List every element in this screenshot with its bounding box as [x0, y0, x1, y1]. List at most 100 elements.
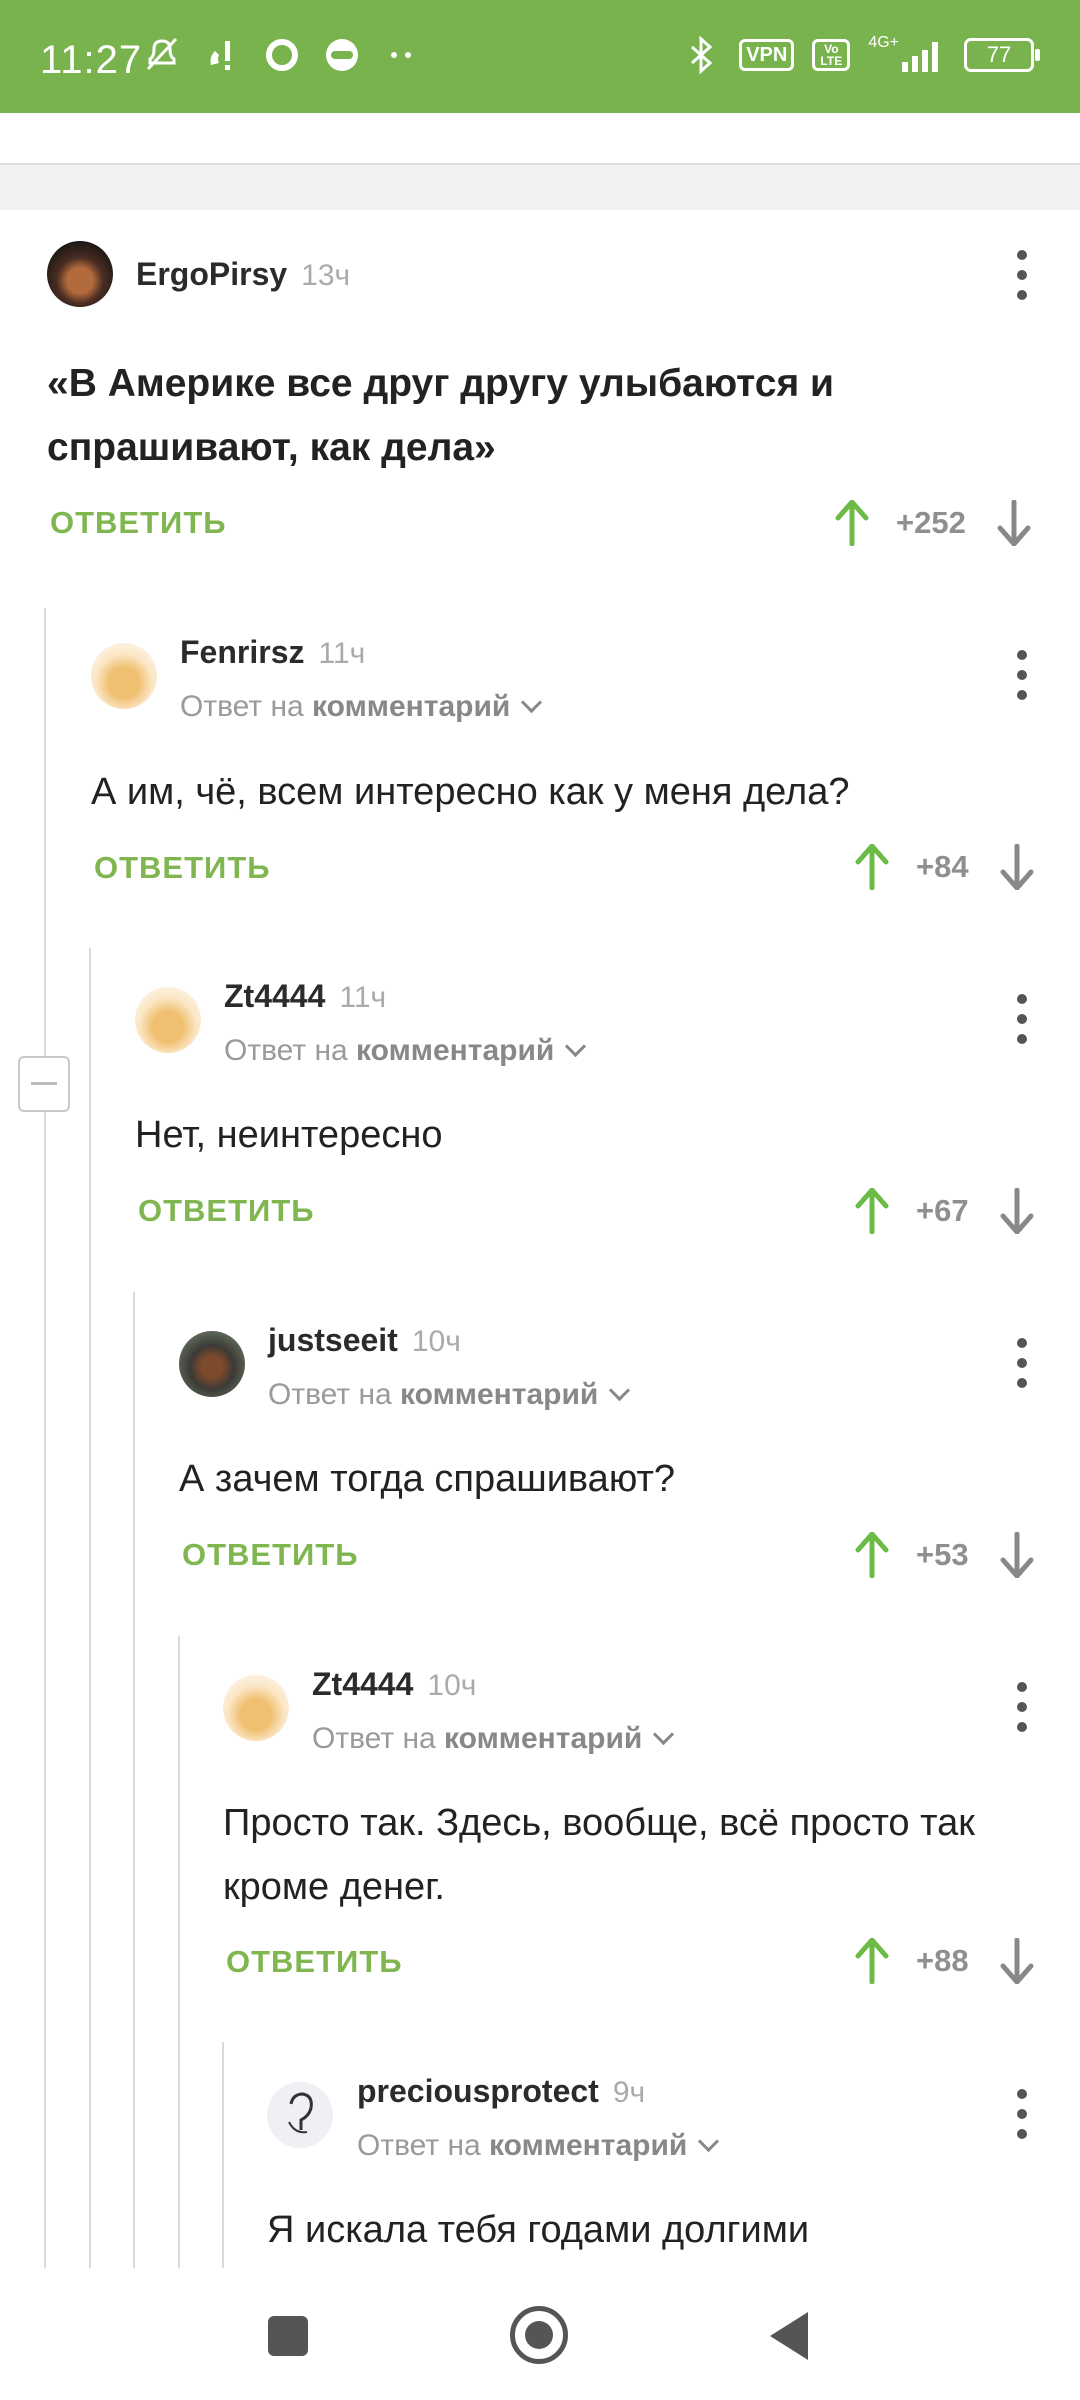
- upvote-icon[interactable]: [854, 1938, 890, 1984]
- reply-prefix: Ответ на: [312, 1722, 436, 1755]
- comment-author[interactable]: Zt4444 11ч: [224, 978, 386, 1015]
- more-options-icon[interactable]: [1012, 1682, 1032, 1732]
- upvote-icon[interactable]: [854, 1532, 890, 1578]
- network-type: 4G+: [868, 34, 899, 51]
- battery-icon: 77: [964, 38, 1040, 72]
- rating: +84: [916, 849, 969, 884]
- more-options-icon[interactable]: [1012, 1338, 1032, 1388]
- chevron-down-icon[interactable]: [653, 1723, 675, 1746]
- reply-to-info[interactable]: Ответ на комментарий: [312, 1722, 675, 1756]
- comment-text: Просто так. Здесь, вообще, всё просто та…: [223, 1802, 975, 1908]
- reply-to-info[interactable]: Ответ на комментарий: [268, 1378, 631, 1412]
- more-options-icon[interactable]: [1012, 650, 1032, 700]
- avatar[interactable]: [47, 241, 113, 307]
- reply-to-info[interactable]: Ответ на комментарий: [357, 2129, 720, 2163]
- more-options-icon[interactable]: [1012, 994, 1032, 1044]
- comment-text: «В Америке все друг другу улыбаются и сп…: [47, 362, 835, 469]
- section-gap: [0, 165, 1080, 210]
- downvote-icon[interactable]: [999, 1188, 1035, 1234]
- more-options-icon[interactable]: [1012, 250, 1032, 300]
- upvote-icon[interactable]: [854, 844, 890, 890]
- downvote-icon[interactable]: [996, 500, 1032, 546]
- author-name[interactable]: preciousprotect: [357, 2073, 599, 2109]
- chevron-down-icon[interactable]: [609, 1379, 631, 1402]
- comment-text: Нет, неинтересно: [135, 1114, 443, 1156]
- reply-button[interactable]: ОТВЕТИТЬ: [138, 1193, 315, 1229]
- reply-target[interactable]: комментарий: [356, 1034, 554, 1067]
- comment-time: 10ч: [411, 1325, 461, 1358]
- reply-target[interactable]: комментарий: [444, 1722, 642, 1755]
- chevron-down-icon[interactable]: [521, 691, 543, 714]
- vote-controls: +53: [854, 1530, 1035, 1580]
- reply-target[interactable]: комментарий: [489, 2129, 687, 2162]
- thread-line: [178, 1636, 180, 2268]
- thread-line: [44, 608, 46, 2268]
- comment-time: 10ч: [427, 1669, 477, 1702]
- author-name[interactable]: Zt4444: [312, 1666, 413, 1702]
- comment-author[interactable]: ErgoPirsy 13ч: [136, 256, 350, 293]
- vote-controls: +67: [854, 1186, 1035, 1236]
- more-options-icon[interactable]: [1012, 2089, 1032, 2139]
- previous-post-bottom: [0, 113, 1080, 165]
- home-button[interactable]: [510, 2306, 568, 2364]
- avatar[interactable]: [135, 987, 201, 1053]
- upvote-icon[interactable]: [834, 500, 870, 546]
- chevron-down-icon[interactable]: [565, 1035, 587, 1058]
- face-icon: [322, 34, 362, 76]
- more-dots-icon: [382, 34, 422, 76]
- reply-button[interactable]: ОТВЕТИТЬ: [226, 1944, 403, 1980]
- circle-icon: [262, 34, 302, 76]
- reply-prefix: Ответ на: [268, 1378, 392, 1411]
- navigation-bar: [0, 2268, 1080, 2400]
- author-name[interactable]: Zt4444: [224, 978, 325, 1014]
- rating: +53: [916, 1537, 969, 1572]
- reply-to-info[interactable]: Ответ на комментарий: [180, 690, 543, 724]
- status-bar: 11:27 VPN Vo LTE 4G+ 77: [0, 0, 1080, 113]
- comment-author[interactable]: preciousprotect 9ч: [357, 2073, 645, 2110]
- vote-controls: +84: [854, 842, 1035, 892]
- collapse-thread-button[interactable]: [18, 1056, 70, 1112]
- rating: +67: [916, 1193, 969, 1228]
- reply-button[interactable]: ОТВЕТИТЬ: [94, 850, 271, 886]
- mute-icon: [142, 34, 182, 76]
- chevron-down-icon[interactable]: [698, 2130, 720, 2153]
- avatar[interactable]: [179, 1331, 245, 1397]
- reply-target[interactable]: комментарий: [400, 1378, 598, 1411]
- upvote-icon[interactable]: [854, 1188, 890, 1234]
- avatar[interactable]: [267, 2082, 333, 2148]
- author-name[interactable]: ErgoPirsy: [136, 256, 287, 292]
- avatar[interactable]: [91, 643, 157, 709]
- vpn-badge: VPN: [739, 39, 795, 71]
- status-right-icons: VPN Vo LTE 4G+ 77: [681, 34, 1040, 76]
- downvote-icon[interactable]: [999, 844, 1035, 890]
- question-avatar-icon: [288, 2092, 313, 2134]
- reply-target[interactable]: комментарий: [312, 690, 510, 723]
- reply-to-info[interactable]: Ответ на комментарий: [224, 1034, 587, 1068]
- avatar[interactable]: [223, 1675, 289, 1741]
- comment-text: А им, чё, всем интересно как у меня дела…: [91, 771, 850, 813]
- status-time: 11:27: [40, 38, 143, 82]
- reply-button[interactable]: ОТВЕТИТЬ: [182, 1537, 359, 1573]
- reply-prefix: Ответ на: [180, 690, 304, 723]
- comment-author[interactable]: justseeit 10ч: [268, 1322, 461, 1359]
- recent-apps-button[interactable]: [268, 2316, 308, 2356]
- reply-prefix: Ответ на: [224, 1034, 348, 1067]
- bluetooth-icon: [681, 34, 721, 76]
- downvote-icon[interactable]: [999, 1532, 1035, 1578]
- comment-author[interactable]: Fenrirsz 11ч: [180, 634, 365, 671]
- comment-time: 9ч: [612, 2076, 646, 2109]
- vote-controls: +88: [854, 1936, 1035, 1986]
- comment-author[interactable]: Zt4444 10ч: [312, 1666, 476, 1703]
- reply-button[interactable]: ОТВЕТИТЬ: [50, 505, 227, 541]
- author-name[interactable]: justseeit: [268, 1322, 398, 1358]
- back-button[interactable]: [770, 2312, 808, 2360]
- thread-line: [133, 1292, 135, 2268]
- downvote-icon[interactable]: [999, 1938, 1035, 1984]
- thread-line: [222, 2042, 224, 2268]
- network-indicator: 4G+: [868, 34, 946, 72]
- reply-prefix: Ответ на: [357, 2129, 481, 2162]
- author-name[interactable]: Fenrirsz: [180, 634, 304, 670]
- vote-controls: +252: [834, 498, 1032, 548]
- status-left-icons: [142, 34, 422, 76]
- rating: +88: [916, 1943, 969, 1978]
